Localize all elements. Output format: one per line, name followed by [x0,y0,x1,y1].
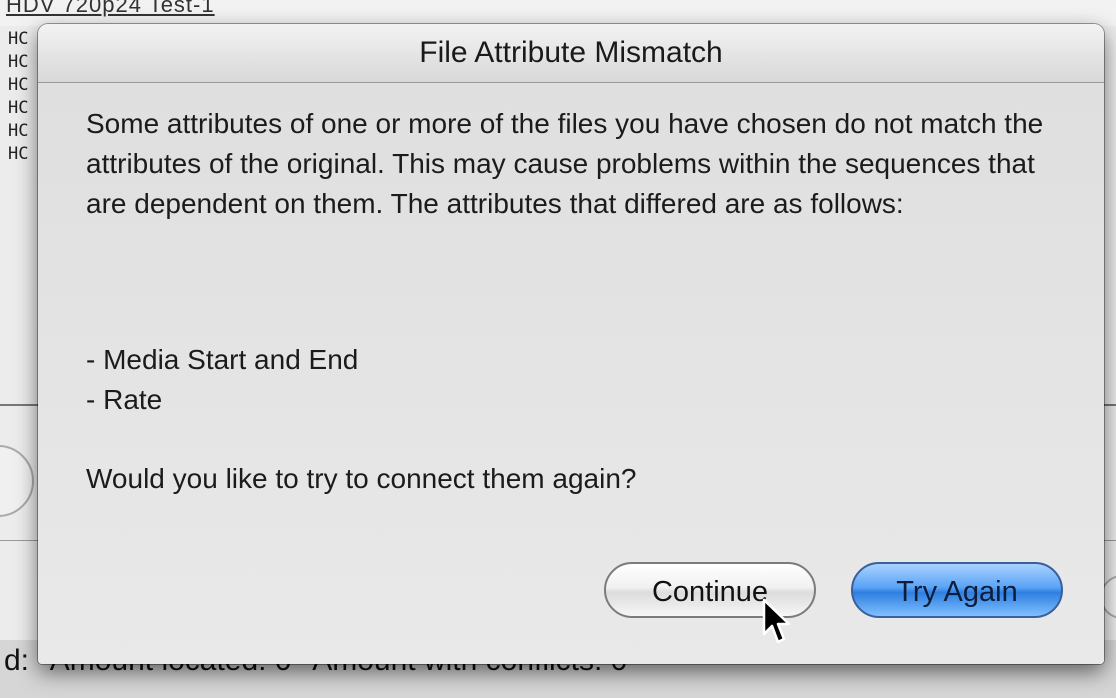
list-item: HC [8,29,29,49]
background-round-button [0,445,34,517]
background-header: HDV 720p24 Test-1 [0,0,1116,26]
dialog-message: Some attributes of one or more of the fi… [86,108,1044,219]
attribute-item: - Rate [86,384,163,415]
list-item: HC [8,121,29,141]
status-label: d: [4,644,30,677]
list-item: HC [8,98,29,118]
mouse-pointer-icon [762,598,791,644]
dialog-title: File Attribute Mismatch [419,36,723,69]
attribute-list: - Media Start and End - Rate [86,340,358,420]
file-attribute-mismatch-dialog: File Attribute Mismatch Some attributes … [38,24,1104,664]
list-item: HC [8,75,29,95]
dialog-question: Would you like to try to connect them ag… [86,463,637,494]
background-list: HC HC HC HC HC HC [8,28,28,166]
list-item: HC [8,52,29,72]
attribute-item: - Media Start and End [86,344,359,375]
dialog-titlebar: File Attribute Mismatch [38,24,1104,83]
try-again-button[interactable]: Try Again [851,562,1063,618]
background-title: HDV 720p24 Test-1 [6,0,215,17]
list-item: HC [8,144,29,164]
